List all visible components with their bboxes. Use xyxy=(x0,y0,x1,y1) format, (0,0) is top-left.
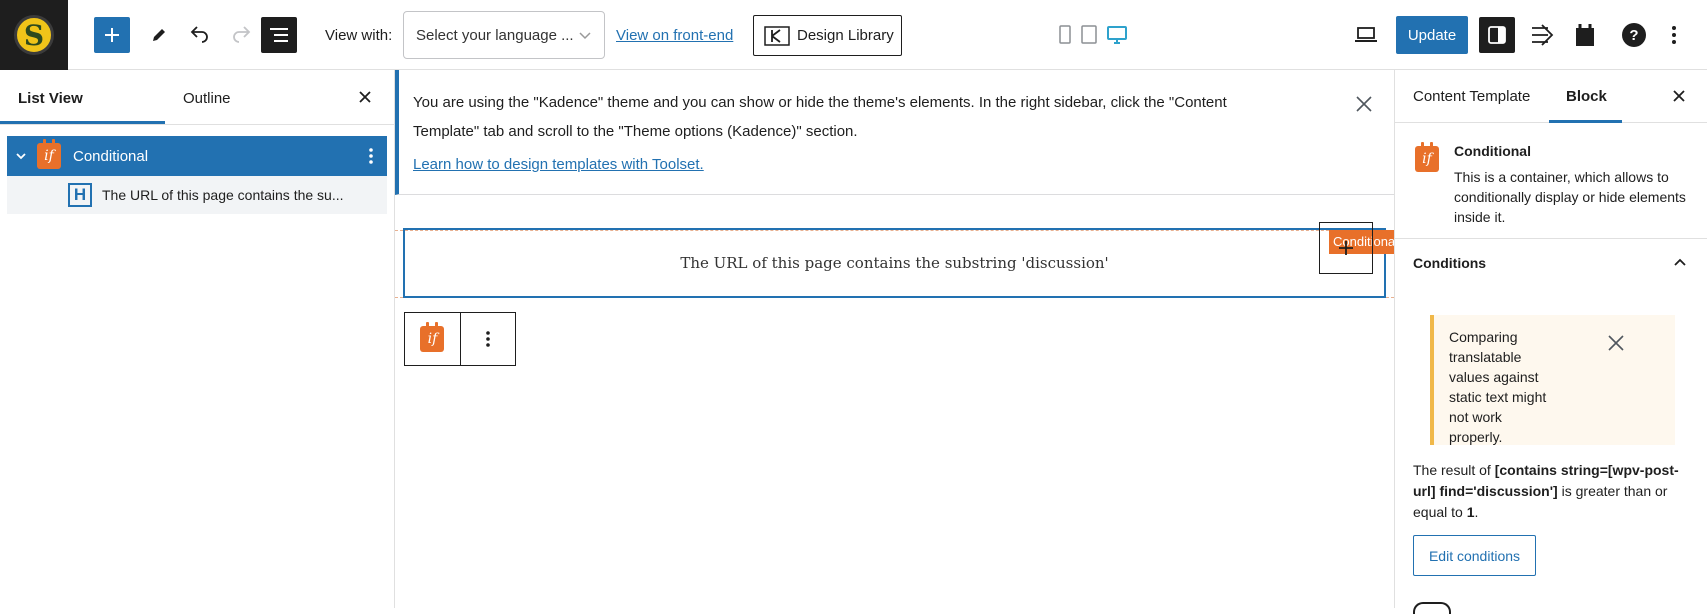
mobile-preview-icon[interactable] xyxy=(1058,24,1072,46)
close-icon[interactable] xyxy=(1354,94,1374,114)
condition-result-text: The result of [contains string=[wpv-post… xyxy=(1413,462,1679,520)
plugin-icon[interactable] xyxy=(1574,22,1596,48)
conditional-icon: if xyxy=(420,322,445,352)
close-icon[interactable] xyxy=(357,89,373,105)
warning-text: Comparing translatable values against st… xyxy=(1449,329,1547,445)
svg-text:?: ? xyxy=(1629,27,1638,44)
conditions-panel-title[interactable]: Conditions xyxy=(1413,255,1486,271)
list-view-tabs: List View Outline xyxy=(0,70,394,125)
tools-button[interactable] xyxy=(141,17,177,53)
active-tab-indicator xyxy=(0,121,165,124)
heading-block-text[interactable]: The URL of this page contains the substr… xyxy=(680,254,1108,272)
notice-text: You are using the "Kadence" theme and yo… xyxy=(413,94,1227,140)
add-inner-block-button[interactable] xyxy=(1319,222,1373,274)
more-options-icon xyxy=(486,331,490,347)
close-icon[interactable] xyxy=(1671,88,1687,104)
settings-toggle-button[interactable] xyxy=(1479,17,1515,53)
list-item-label: The URL of this page contains the su... xyxy=(102,187,344,203)
view-with-label: View with: xyxy=(325,27,393,44)
block-title: Conditional xyxy=(1454,143,1531,159)
tab-block[interactable]: Block xyxy=(1566,88,1607,105)
theme-notice: You are using the "Kadence" theme and yo… xyxy=(395,70,1394,195)
site-logo[interactable]: S xyxy=(0,0,68,70)
tablet-preview-icon[interactable] xyxy=(1080,24,1098,46)
conditional-block[interactable]: The URL of this page contains the substr… xyxy=(403,228,1386,298)
view-on-front-end-link[interactable]: View on front-end xyxy=(616,27,733,44)
tab-outline[interactable]: Outline xyxy=(183,90,231,107)
list-view-icon xyxy=(270,28,288,42)
design-library-button[interactable]: Design Library xyxy=(753,15,902,56)
block-card: if Conditional This is a container, whic… xyxy=(1395,123,1707,239)
redo-icon xyxy=(233,26,251,43)
sidebar-tabs: Content Template Block xyxy=(1395,70,1707,123)
tab-list-view[interactable]: List View xyxy=(18,90,83,107)
sidebar-icon xyxy=(1488,26,1506,44)
document-overview-button[interactable] xyxy=(261,17,297,53)
kadence-blocks-icon[interactable] xyxy=(1529,22,1555,48)
undo-icon xyxy=(190,26,208,43)
list-item-heading[interactable]: H The URL of this page contains the su..… xyxy=(7,176,387,214)
preview-laptop-icon[interactable] xyxy=(1354,25,1378,45)
translation-warning-notice: Comparing translatable values against st… xyxy=(1430,315,1675,445)
block-description: This is a container, which allows to con… xyxy=(1454,169,1686,225)
heading-icon: H xyxy=(68,183,92,207)
plus-icon xyxy=(105,28,119,42)
list-item-conditional[interactable]: if Conditional xyxy=(7,136,387,176)
conditional-icon: if xyxy=(1415,142,1439,172)
design-templates-link[interactable]: Learn how to design templates with Tools… xyxy=(413,156,704,173)
conditional-icon: if xyxy=(37,139,61,169)
condition-value: 1 xyxy=(1466,504,1475,520)
block-type-button[interactable]: if xyxy=(405,313,460,365)
desktop-preview-icon[interactable] xyxy=(1106,24,1128,46)
redo-button[interactable] xyxy=(223,17,259,53)
tab-content-template[interactable]: Content Template xyxy=(1413,88,1530,105)
undo-button[interactable] xyxy=(182,17,218,53)
kadence-icon xyxy=(764,25,790,46)
pencil-icon xyxy=(153,29,165,41)
list-item-label: Conditional xyxy=(73,147,149,165)
update-button[interactable]: Update xyxy=(1396,16,1468,54)
language-select-value: Select your language ... xyxy=(416,27,574,44)
editor-top-bar: S View with: Select your language ... Vi… xyxy=(0,0,1707,70)
more-options-icon[interactable] xyxy=(1670,24,1678,46)
toolset-logo-icon: S xyxy=(14,15,54,55)
chevron-down-icon xyxy=(579,32,591,40)
chevron-up-icon[interactable] xyxy=(1672,254,1688,270)
design-library-label: Design Library xyxy=(797,27,894,44)
block-options-button[interactable] xyxy=(459,313,515,365)
plus-icon xyxy=(1339,241,1353,255)
add-block-button[interactable] xyxy=(94,17,130,53)
settings-sidebar: Content Template Block if Conditional Th… xyxy=(1394,70,1707,614)
chevron-down-icon[interactable] xyxy=(15,150,27,162)
block-toolbar: if xyxy=(404,312,516,366)
toggle-switch[interactable] xyxy=(1413,602,1451,614)
close-icon[interactable] xyxy=(1606,333,1626,353)
editor-canvas: You are using the "Kadence" theme and yo… xyxy=(395,70,1394,608)
help-icon[interactable]: ? xyxy=(1621,22,1647,48)
edit-conditions-button[interactable]: Edit conditions xyxy=(1413,535,1536,576)
options-icon[interactable] xyxy=(368,147,374,165)
list-view-panel: List View Outline if Conditional H The U… xyxy=(0,70,395,608)
language-select[interactable]: Select your language ... xyxy=(403,11,605,59)
